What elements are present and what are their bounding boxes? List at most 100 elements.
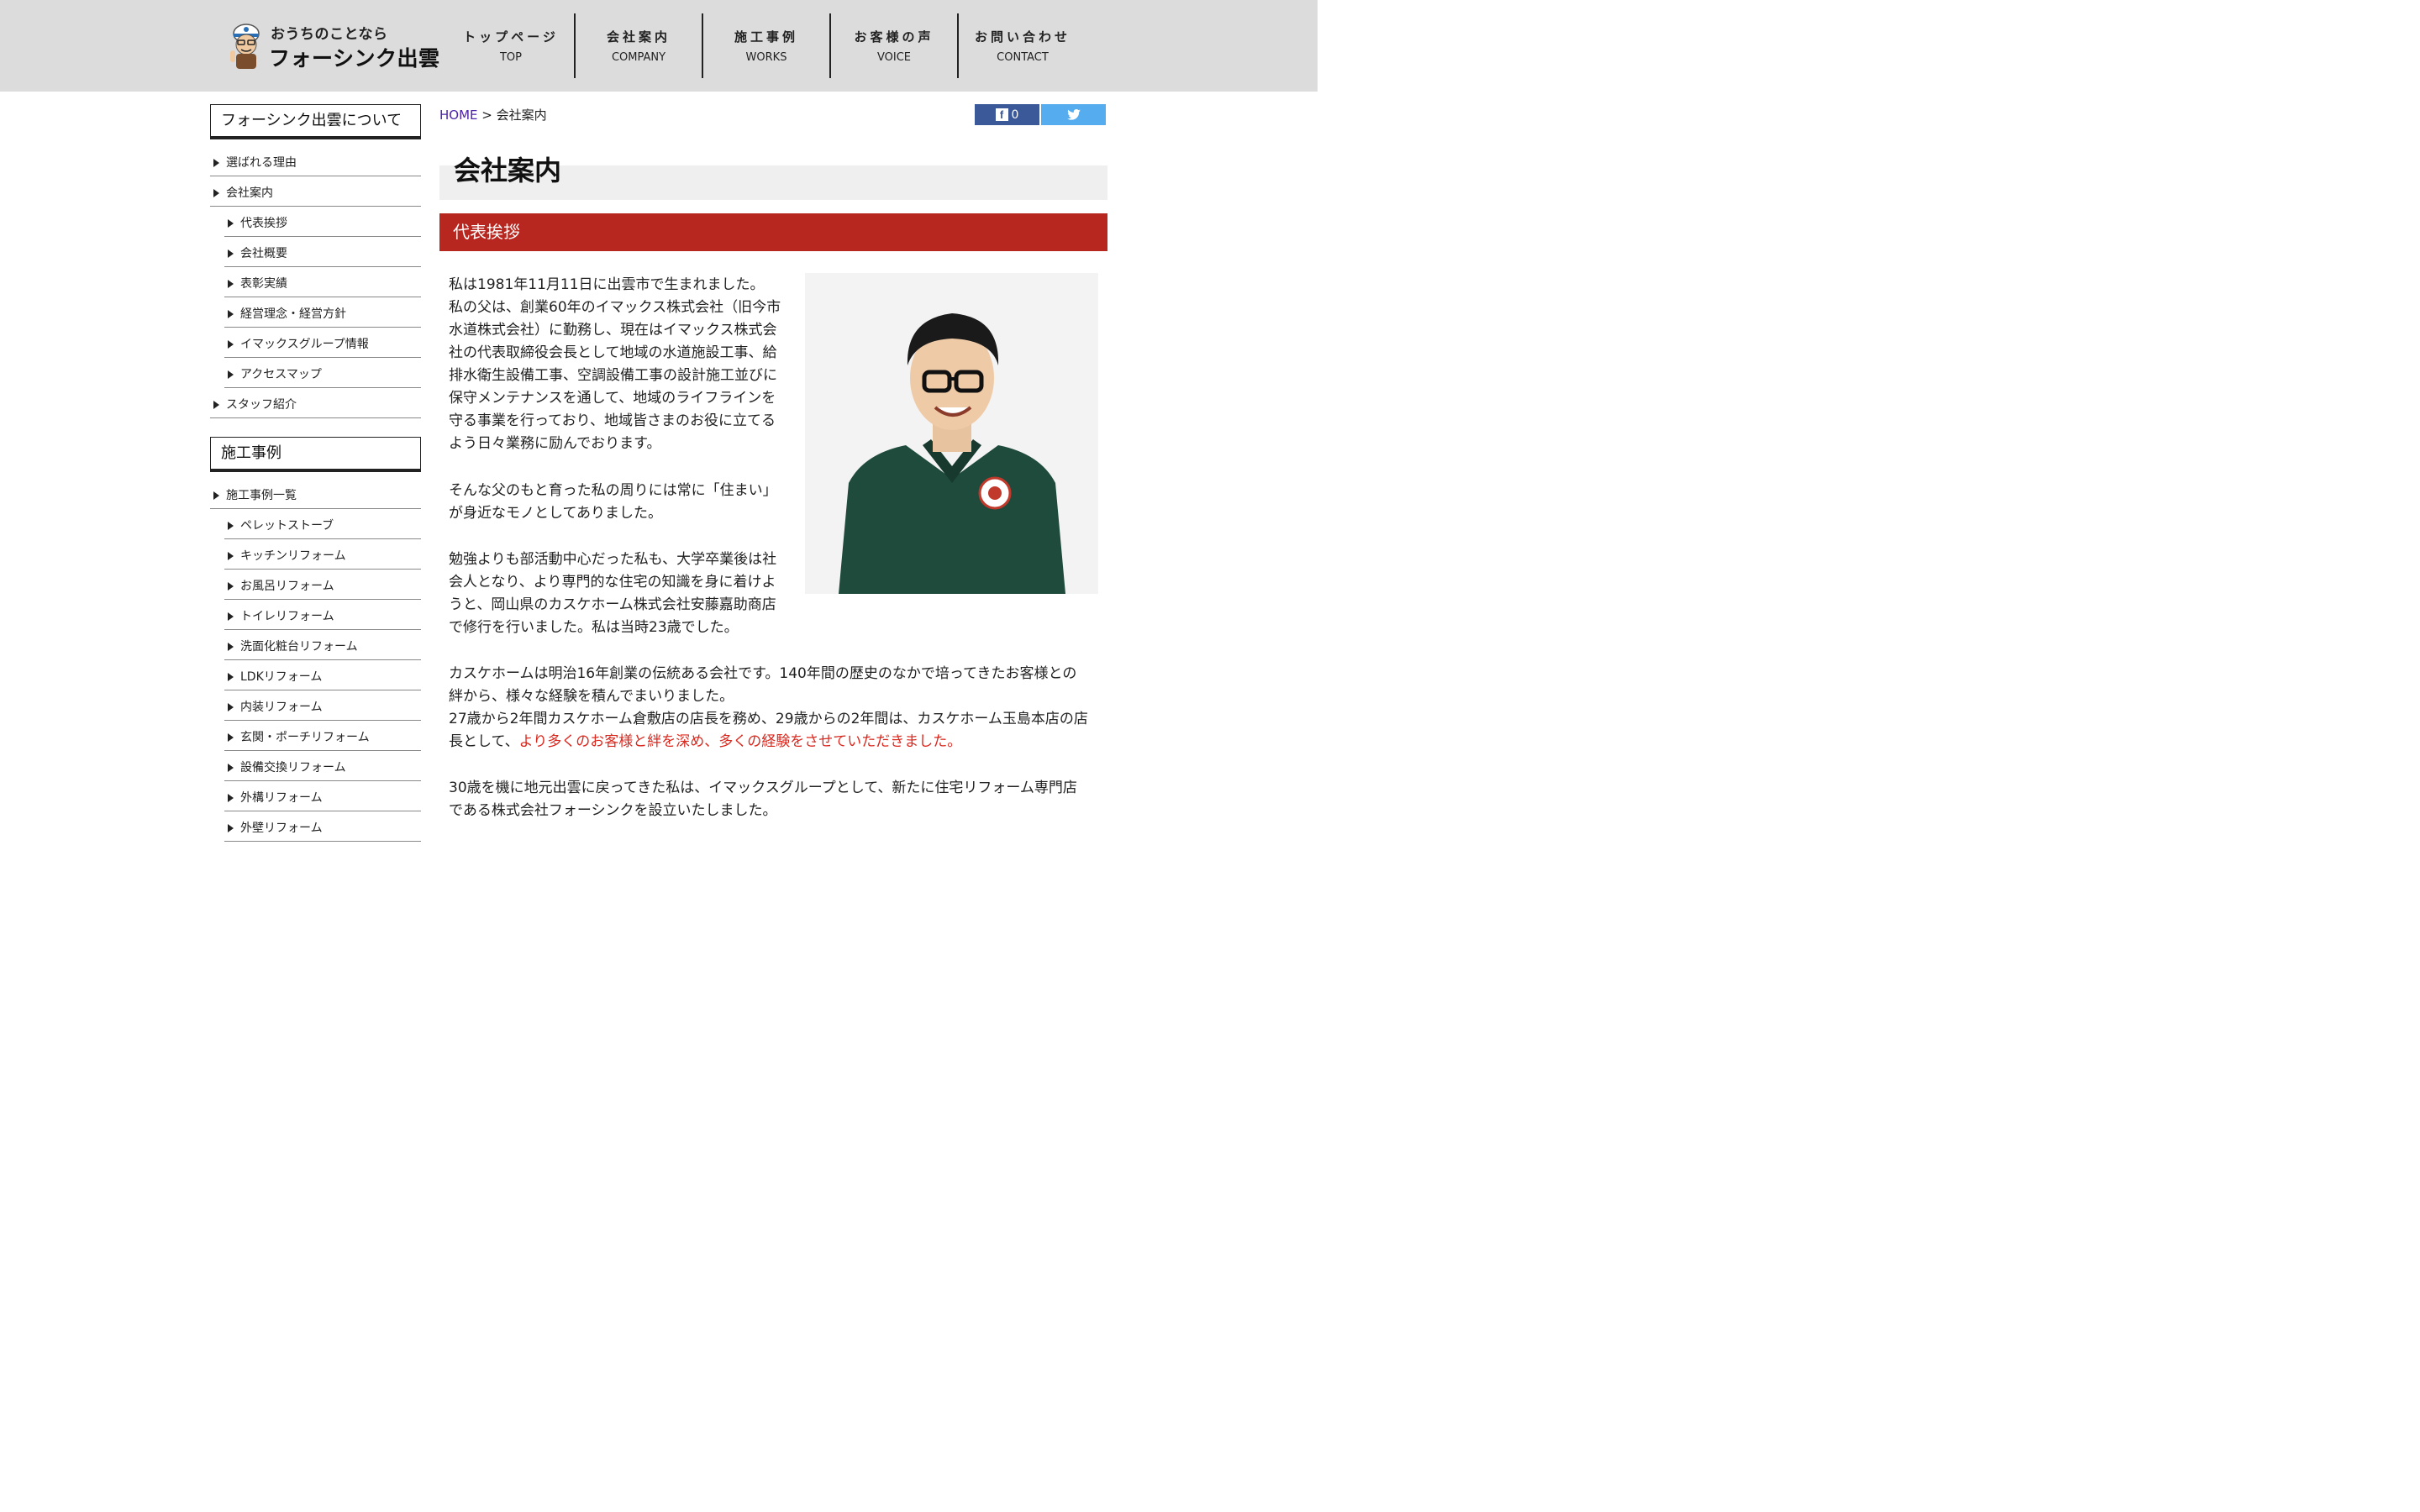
- nav-label-jp: 会社案内: [606, 29, 671, 45]
- sidebar-list-about: 選ばれる理由 会社案内 代表挨拶 会社概要 表彰実績 経営理念・経営方針 イマッ…: [210, 146, 421, 418]
- sidebar-heading-works: 施工事例: [210, 437, 421, 472]
- nav-label-jp: 施工事例: [734, 29, 798, 45]
- text-line: 27歳から2年間カスケホーム倉敷店の店長を務め、29歳からの2年間は、カスケホー…: [449, 711, 1088, 727]
- triangle-bullet-icon: [228, 370, 234, 379]
- mascot-avatar-icon: [230, 24, 260, 69]
- sidebar-item-toilet[interactable]: トイレリフォーム: [224, 600, 421, 630]
- sidebar-item-outer-wall[interactable]: 外壁リフォーム: [224, 811, 421, 842]
- site-logo[interactable]: おうちのことなら フォーシンク出雲: [229, 20, 439, 71]
- greeting-paragraph-5: 30歳を機に地元出雲に戻ってきた私は、イマックスグループとして、新たに住宅リフォ…: [449, 777, 1077, 822]
- breadcrumb: HOME > 会社案内: [439, 106, 547, 123]
- breadcrumb-home-link[interactable]: HOME: [439, 108, 478, 123]
- triangle-bullet-icon: [228, 794, 234, 802]
- logo-name: フォーシンク出雲: [269, 46, 440, 71]
- sidebar-item-awards[interactable]: 表彰実績: [224, 267, 421, 297]
- sidebar-item-access-map[interactable]: アクセスマップ: [224, 358, 421, 388]
- text-line: である株式会社フォーシンクを設立いたしました。: [449, 802, 777, 819]
- share-buttons: f 0: [975, 104, 1106, 125]
- sidebar-item-staff[interactable]: スタッフ紹介: [210, 388, 421, 418]
- triangle-bullet-icon: [228, 310, 234, 318]
- nav-top[interactable]: トップページ TOP: [448, 13, 576, 78]
- sidebar-item-label: 玄関・ポーチリフォーム: [240, 731, 370, 744]
- nav-label-en: VOICE: [876, 51, 912, 64]
- sidebar-item-label: イマックスグループ情報: [240, 338, 369, 351]
- main-nav: トップページ TOP 会社案内 COMPANY 施工事例 WORKS お客様の声…: [448, 13, 1086, 78]
- triangle-bullet-icon: [213, 401, 219, 409]
- sidebar-item-pellet-stove[interactable]: ペレットストーブ: [224, 509, 421, 539]
- sidebar-item-label: キッチンリフォーム: [240, 549, 346, 563]
- sidebar-item-entrance[interactable]: 玄関・ポーチリフォーム: [224, 721, 421, 751]
- greeting-paragraph-2: そんな父のもと育った私の周りには常に「住まい」 が身近なモノとしてありました。: [449, 480, 777, 525]
- nav-label-jp: トップページ: [463, 29, 559, 45]
- sidebar-item-label: トイレリフォーム: [240, 610, 334, 623]
- triangle-bullet-icon: [228, 673, 234, 681]
- twitter-share-button[interactable]: [1041, 104, 1106, 125]
- sidebar-item-bath[interactable]: お風呂リフォーム: [224, 570, 421, 600]
- sidebar-item-label: 外壁リフォーム: [240, 822, 323, 835]
- sidebar-item-interior[interactable]: 内装リフォーム: [224, 690, 421, 721]
- nav-contact[interactable]: お問い合わせ CONTACT: [959, 13, 1086, 78]
- sidebar-item-label: スタッフ紹介: [226, 398, 297, 412]
- sidebar-item-equipment[interactable]: 設備交換リフォーム: [224, 751, 421, 781]
- nav-label-en: TOP: [499, 51, 522, 64]
- sidebar-item-label: 会社概要: [240, 247, 287, 260]
- sidebar-item-label: 設備交換リフォーム: [240, 761, 346, 774]
- triangle-bullet-icon: [228, 643, 234, 651]
- breadcrumb-current: 会社案内: [496, 108, 547, 123]
- sidebar-item-company[interactable]: 会社案内: [210, 176, 421, 207]
- text-line: 30歳を機に地元出雲に戻ってきた私は、イマックスグループとして、新たに住宅リフォ…: [449, 780, 1077, 796]
- sidebar-item-label: ペレットストーブ: [240, 519, 334, 533]
- text-line: 私の父は、創業60年のイマックス株式会社（旧今市: [449, 299, 781, 316]
- representative-photo: [805, 273, 1098, 594]
- triangle-bullet-icon: [228, 522, 234, 530]
- nav-works[interactable]: 施工事例 WORKS: [703, 13, 831, 78]
- triangle-bullet-icon: [213, 491, 219, 500]
- sidebar-item-greeting[interactable]: 代表挨拶: [224, 207, 421, 237]
- triangle-bullet-icon: [228, 612, 234, 621]
- text-line: 排水衛生設備工事、空調設備工事の設計施工並びに: [449, 367, 777, 384]
- facebook-share-button[interactable]: f 0: [975, 104, 1039, 125]
- text-line: カスケホームは明治16年創業の伝統ある会社です。140年間の歴史のなかで培ってき…: [449, 665, 1077, 682]
- triangle-bullet-icon: [228, 582, 234, 591]
- breadcrumb-separator: >: [481, 108, 492, 123]
- text-line: 絆から、様々な経験を積んでまいりました。: [449, 688, 734, 705]
- sidebar-item-label: お風呂リフォーム: [240, 580, 334, 593]
- sidebar-item-kitchen[interactable]: キッチンリフォーム: [224, 539, 421, 570]
- text-line: 水道株式会社）に勤務し、現在はイマックス株式会: [449, 322, 777, 339]
- greeting-paragraph-4: カスケホームは明治16年創業の伝統ある会社です。140年間の歴史のなかで培ってき…: [449, 663, 1088, 753]
- sidebar-item-overview[interactable]: 会社概要: [224, 237, 421, 267]
- text-line: 保守メンテナンスを通して、地域のライフラインを: [449, 390, 776, 407]
- sidebar-item-label: アクセスマップ: [240, 368, 322, 381]
- sidebar-item-works-list[interactable]: 施工事例一覧: [210, 479, 421, 509]
- sidebar-item-label: 洗面化粧台リフォーム: [240, 640, 358, 654]
- text-line: うと、岡山県のカスケホーム株式会社安藤嘉助商店: [449, 596, 776, 613]
- triangle-bullet-icon: [228, 280, 234, 288]
- text-line: よう日々業務に励んでおります。: [449, 435, 661, 452]
- sidebar-item-philosophy[interactable]: 経営理念・経営方針: [224, 297, 421, 328]
- triangle-bullet-icon: [228, 824, 234, 832]
- sidebar-item-label: 表彰実績: [240, 277, 287, 291]
- facebook-share-count: 0: [1011, 108, 1019, 122]
- triangle-bullet-icon: [228, 340, 234, 349]
- site-header: おうちのことなら フォーシンク出雲 トップページ TOP 会社案内 COMPAN…: [0, 0, 1318, 92]
- sidebar-item-exterior[interactable]: 外構リフォーム: [224, 781, 421, 811]
- sidebar-item-vanity[interactable]: 洗面化粧台リフォーム: [224, 630, 421, 660]
- text-line: が身近なモノとしてありました。: [449, 505, 662, 522]
- text-fragment: 長として、: [449, 733, 519, 750]
- sidebar-item-label: 会社案内: [226, 186, 273, 200]
- sidebar-item-label: 経営理念・経営方針: [240, 307, 346, 321]
- sidebar: フォーシンク出雲について 選ばれる理由 会社案内 代表挨拶 会社概要 表彰実績 …: [210, 104, 421, 842]
- sidebar-item-group-info[interactable]: イマックスグループ情報: [224, 328, 421, 358]
- sidebar-item-label: 施工事例一覧: [226, 489, 297, 502]
- triangle-bullet-icon: [228, 764, 234, 772]
- twitter-bird-icon: [1066, 109, 1081, 120]
- nav-label-en: WORKS: [745, 51, 787, 64]
- text-line: そんな父のもと育った私の周りには常に「住まい」: [449, 482, 777, 499]
- nav-label-jp: お問い合わせ: [974, 29, 1071, 45]
- sidebar-item-reasons[interactable]: 選ばれる理由: [210, 146, 421, 176]
- greeting-paragraph-1: 私は1981年11月11日に出雲市で生まれました。 私の父は、創業60年のイマッ…: [449, 274, 781, 455]
- nav-voice[interactable]: お客様の声 VOICE: [831, 13, 959, 78]
- person-photo-icon: [805, 273, 1098, 594]
- sidebar-item-ldk[interactable]: LDKリフォーム: [224, 660, 421, 690]
- nav-company[interactable]: 会社案内 COMPANY: [576, 13, 703, 78]
